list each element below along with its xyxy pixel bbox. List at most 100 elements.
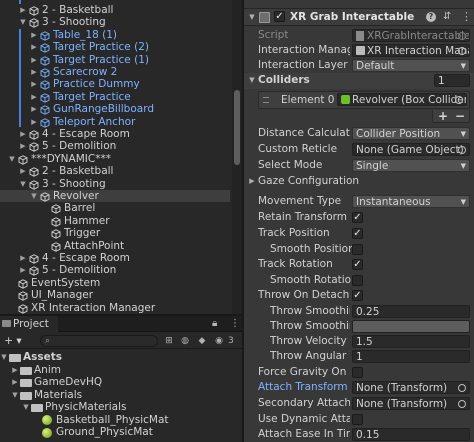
gaze-config-row[interactable]: ▶ Gaze Configuration [244, 174, 474, 190]
project-search-input[interactable]: ⌕ [40, 335, 158, 347]
chevron-right-icon[interactable]: ▶ [10, 376, 20, 389]
object-picker-icon[interactable] [458, 384, 466, 392]
smooth-rotation-checkbox[interactable] [352, 275, 363, 286]
select-mode-dropdown[interactable]: Single ▼ [352, 159, 470, 172]
element0-field[interactable]: Revolver (Box Collider) [337, 93, 467, 106]
colliders-row[interactable]: ▼ Colliders 1 [244, 73, 474, 89]
chevron-down-icon[interactable]: ▼ [29, 190, 39, 202]
chevron-right-icon[interactable]: ▶ [29, 78, 39, 90]
chevron-right-icon[interactable]: ▶ [29, 54, 39, 66]
chevron-right-icon[interactable]: ▶ [18, 4, 28, 16]
project-asset-item[interactable]: Ground_PhysicMat [0, 426, 242, 439]
type-filter-icon[interactable]: ◍ [178, 335, 192, 347]
smooth-position-checkbox[interactable] [352, 244, 363, 255]
remove-element-button[interactable]: − [455, 109, 465, 123]
custom-reticle-field[interactable]: None (Game Object) [352, 143, 470, 156]
hierarchy-item[interactable]: ▶ 4 - Escape Room [0, 128, 230, 140]
interaction-layer-dropdown[interactable]: Default ▼ [352, 59, 470, 72]
distance-calc-dropdown[interactable]: Collider Position ▼ [352, 127, 470, 140]
hierarchy-item[interactable]: ▶ Practice Dummy [0, 78, 230, 90]
attach-ease-field[interactable]: 0.15 [352, 428, 470, 441]
track-position-checkbox[interactable]: ✓ [352, 228, 363, 239]
chevron-down-icon[interactable]: ▼ [18, 16, 28, 28]
hierarchy-item[interactable]: ▶ Scarecrow 2 [0, 66, 230, 78]
hierarchy-scrollbar[interactable] [232, 0, 242, 314]
hierarchy-item[interactable]: Barrel [0, 202, 230, 214]
throw-smoothing-duration-field[interactable]: 0.25 [352, 305, 470, 318]
chevron-right-icon[interactable]: ▶ [247, 174, 257, 190]
presets-icon[interactable]: ⇵ [443, 10, 451, 24]
project-folder-item[interactable]: ▼ Materials [0, 389, 242, 402]
hierarchy-item[interactable]: ▼ ***DYNAMIC*** [0, 153, 230, 165]
project-folder-item[interactable]: ▼ PhysicMaterials [0, 401, 242, 414]
chevron-right-icon[interactable]: ▶ [18, 128, 28, 140]
object-picker-icon[interactable] [458, 400, 466, 408]
chevron-right-icon[interactable]: ▶ [29, 29, 39, 41]
create-button[interactable]: + ▾ [2, 335, 24, 347]
hierarchy-item[interactable]: ▶ Target Practice (2) [0, 41, 230, 53]
visibility-icon[interactable]: ◉ [212, 335, 226, 347]
chevron-right-icon[interactable]: ▶ [29, 103, 39, 115]
chevron-down-icon[interactable]: ▼ [10, 389, 20, 402]
movement-type-dropdown[interactable]: Instantaneous ▼ [352, 195, 470, 208]
hierarchy-item[interactable]: ▶ 5 - Demolition [0, 264, 230, 276]
retain-transform-checkbox[interactable]: ✓ [352, 212, 363, 223]
object-picker-icon[interactable] [458, 146, 466, 154]
hierarchy-item[interactable]: EventSystem [0, 277, 230, 289]
drag-handle-icon[interactable] [263, 97, 269, 103]
hierarchy-item[interactable]: ▶ 4 - Escape Room [0, 252, 230, 264]
add-element-button[interactable]: + [438, 109, 448, 123]
chevron-down-icon[interactable]: ▼ [7, 153, 17, 165]
hierarchy-item[interactable]: ▼ 3 - Shooting [0, 16, 230, 28]
chevron-right-icon[interactable]: ▶ [29, 41, 39, 53]
colliders-size-field[interactable]: 1 [434, 74, 470, 87]
chevron-right-icon[interactable]: ▶ [29, 66, 39, 78]
hierarchy-item[interactable]: UI_Manager [0, 289, 230, 301]
chevron-down-icon[interactable]: ▼ [21, 401, 31, 414]
project-folder-item[interactable]: ▶ Anim [0, 364, 242, 377]
scene-filter-icon[interactable]: ⊞ [162, 335, 176, 347]
component-enabled-checkbox[interactable]: ✓ [274, 11, 285, 22]
component-header[interactable]: ▼ ✓ XR Grab Interactable ? ⇵ ⋮ [244, 8, 474, 26]
hierarchy-item[interactable]: ▼ Revolver [0, 190, 230, 203]
more-options-icon[interactable]: ⋮ [461, 10, 472, 24]
project-folder-item[interactable]: ▶ GameDevHQ [0, 376, 242, 389]
force-gravity-checkbox[interactable] [352, 367, 363, 378]
lock-icon[interactable]: 🔒︎ [212, 319, 217, 329]
throw-on-detach-checkbox[interactable]: ✓ [352, 290, 363, 301]
chevron-right-icon[interactable]: ▶ [18, 252, 28, 264]
hierarchy-item[interactable]: ▼ 3 - Shooting [0, 178, 230, 190]
throw-velocity-field[interactable]: 1.5 [352, 335, 470, 348]
chevron-down-icon[interactable]: ▼ [247, 9, 257, 25]
hierarchy-item[interactable]: ▶ Target Practice [0, 91, 230, 103]
more-menu-icon[interactable]: ⋮ [230, 319, 240, 329]
hierarchy-item[interactable]: ▶ Table_18 (1) [0, 29, 230, 41]
chevron-down-icon[interactable]: ▼ [18, 178, 28, 190]
hierarchy-scroll-thumb[interactable] [234, 90, 240, 165]
hierarchy-item[interactable]: ▶ Target Practice (1) [0, 54, 230, 66]
hierarchy-item[interactable]: Trigger [0, 227, 230, 239]
project-folder-item[interactable]: ▼ Assets [0, 351, 242, 364]
chevron-right-icon[interactable]: ▶ [10, 364, 20, 377]
chevron-down-icon[interactable]: ▼ [247, 73, 257, 89]
throw-smoothing-curve-field[interactable] [352, 320, 470, 333]
chevron-right-icon[interactable]: ▶ [18, 140, 28, 152]
hierarchy-item[interactable]: ▶ 2 - Basketball [0, 165, 230, 177]
help-icon[interactable]: ? [426, 12, 436, 22]
tab-project[interactable]: Project [0, 316, 58, 332]
hierarchy-item[interactable]: ▶ 2 - Basketball [0, 4, 230, 16]
chevron-down-icon[interactable]: ▼ [0, 351, 9, 364]
attach-transform-field[interactable]: None (Transform) [352, 381, 470, 394]
chevron-right-icon[interactable]: ▶ [29, 91, 39, 103]
object-picker-icon[interactable] [458, 47, 466, 55]
chevron-right-icon[interactable]: ▶ [18, 165, 28, 177]
label-filter-icon[interactable]: ◆ [195, 335, 209, 347]
use-dynamic-attach-checkbox[interactable] [352, 414, 363, 425]
secondary-attach-field[interactable]: None (Transform) [352, 397, 470, 410]
chevron-right-icon[interactable]: ▶ [18, 264, 28, 276]
object-picker-icon[interactable] [455, 96, 463, 104]
hierarchy-item[interactable]: ▶ GunRangeBillboard [0, 103, 230, 115]
interaction-manager-field[interactable]: XR Interaction Manag [352, 44, 470, 57]
hierarchy-item[interactable]: ▶ Teleport Anchor [0, 116, 230, 128]
hierarchy-item[interactable]: ▶ 5 - Demolition [0, 140, 230, 152]
